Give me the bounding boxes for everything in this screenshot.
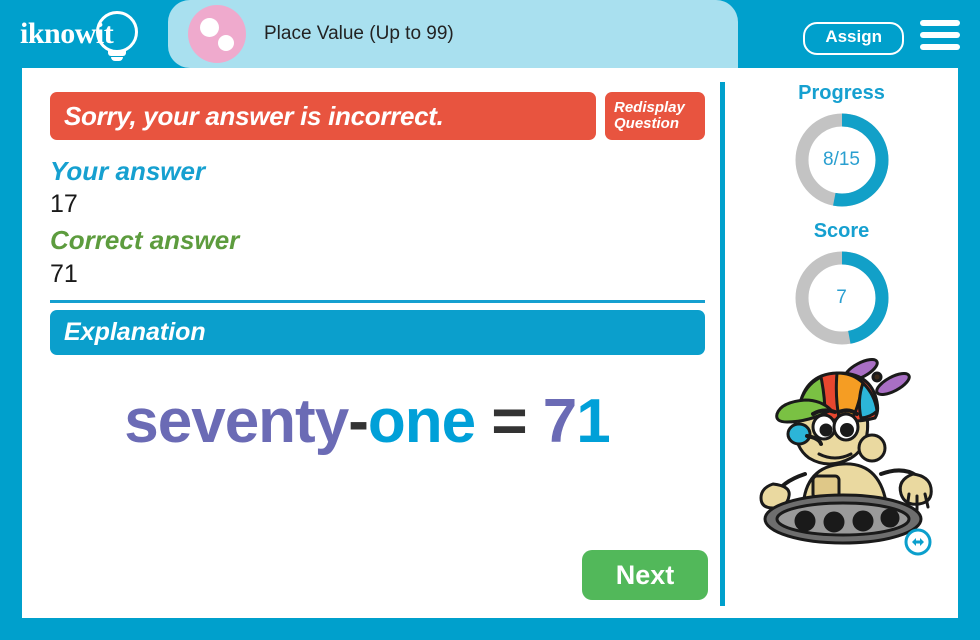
score-meter: Score 7	[725, 220, 958, 348]
your-answer-value: 17	[50, 190, 78, 218]
sidebar: Progress 8/15 Score 7	[725, 68, 958, 618]
explanation-header-text: Explanation	[64, 318, 206, 346]
equation-equals: =	[491, 387, 527, 456]
pink-dots-icon	[188, 5, 246, 63]
score-label: Score	[813, 220, 870, 242]
redisplay-line-1: Redisplay	[614, 99, 685, 117]
score-value: 7	[836, 287, 847, 308]
main-content: Sorry, your answer is incorrect. Redispl…	[22, 68, 712, 618]
equation-word-tens: seventy	[124, 387, 349, 456]
equation-digit-tens: 7	[542, 387, 577, 456]
your-answer-label: Your answer	[50, 156, 206, 186]
explanation-header: Explanation	[50, 310, 705, 355]
equation-digit-ones: 1	[576, 387, 610, 456]
equation-word-ones: one	[367, 387, 476, 456]
assign-button[interactable]: Assign	[803, 22, 904, 55]
lightbulb-base-icon	[108, 51, 126, 56]
app-window: iknowit Place Value (Up to 99) Assign So…	[0, 0, 980, 640]
pink-dots-icon-dot-small	[218, 35, 234, 51]
hamburger-bar-3	[920, 44, 960, 50]
redisplay-line-2: Question	[614, 115, 680, 132]
robot-mascot-with-propeller-cap	[733, 356, 943, 546]
progress-donut: 8/15	[792, 110, 892, 210]
explanation-equation: seventy-one = 71	[22, 386, 712, 457]
pink-dots-icon-dot-large	[200, 18, 219, 37]
incorrect-banner: Sorry, your answer is incorrect.	[50, 92, 596, 140]
hamburger-bar-1	[920, 20, 960, 26]
hamburger-bar-2	[920, 32, 960, 38]
lesson-title: Place Value (Up to 99)	[264, 23, 454, 44]
section-divider	[50, 300, 705, 303]
lesson-tab[interactable]: Place Value (Up to 99)	[168, 0, 738, 68]
page-body: Sorry, your answer is incorrect. Redispl…	[22, 68, 958, 618]
progress-label: Progress	[798, 82, 885, 104]
progress-meter: Progress 8/15	[725, 82, 958, 210]
incorrect-banner-text: Sorry, your answer is incorrect.	[64, 100, 444, 131]
correct-answer-label: Correct answer	[50, 225, 240, 255]
next-button[interactable]: Next	[582, 550, 708, 600]
app-header: iknowit Place Value (Up to 99) Assign	[0, 0, 980, 68]
resize-horizontal-icon[interactable]	[904, 528, 932, 556]
progress-value: 8/15	[823, 149, 860, 170]
brand-logo[interactable]: iknowit	[0, 0, 168, 68]
feedback-row: Sorry, your answer is incorrect. Redispl…	[50, 92, 705, 144]
hamburger-menu-icon[interactable]	[920, 20, 960, 50]
correct-answer-value: 71	[50, 260, 78, 288]
score-donut: 7	[792, 248, 892, 348]
redisplay-question-button[interactable]: Redisplay Question	[605, 92, 705, 140]
lightbulb-icon	[96, 11, 138, 53]
equation-hyphen: -	[348, 387, 369, 456]
lightbulb-base-tip-icon	[111, 57, 123, 61]
